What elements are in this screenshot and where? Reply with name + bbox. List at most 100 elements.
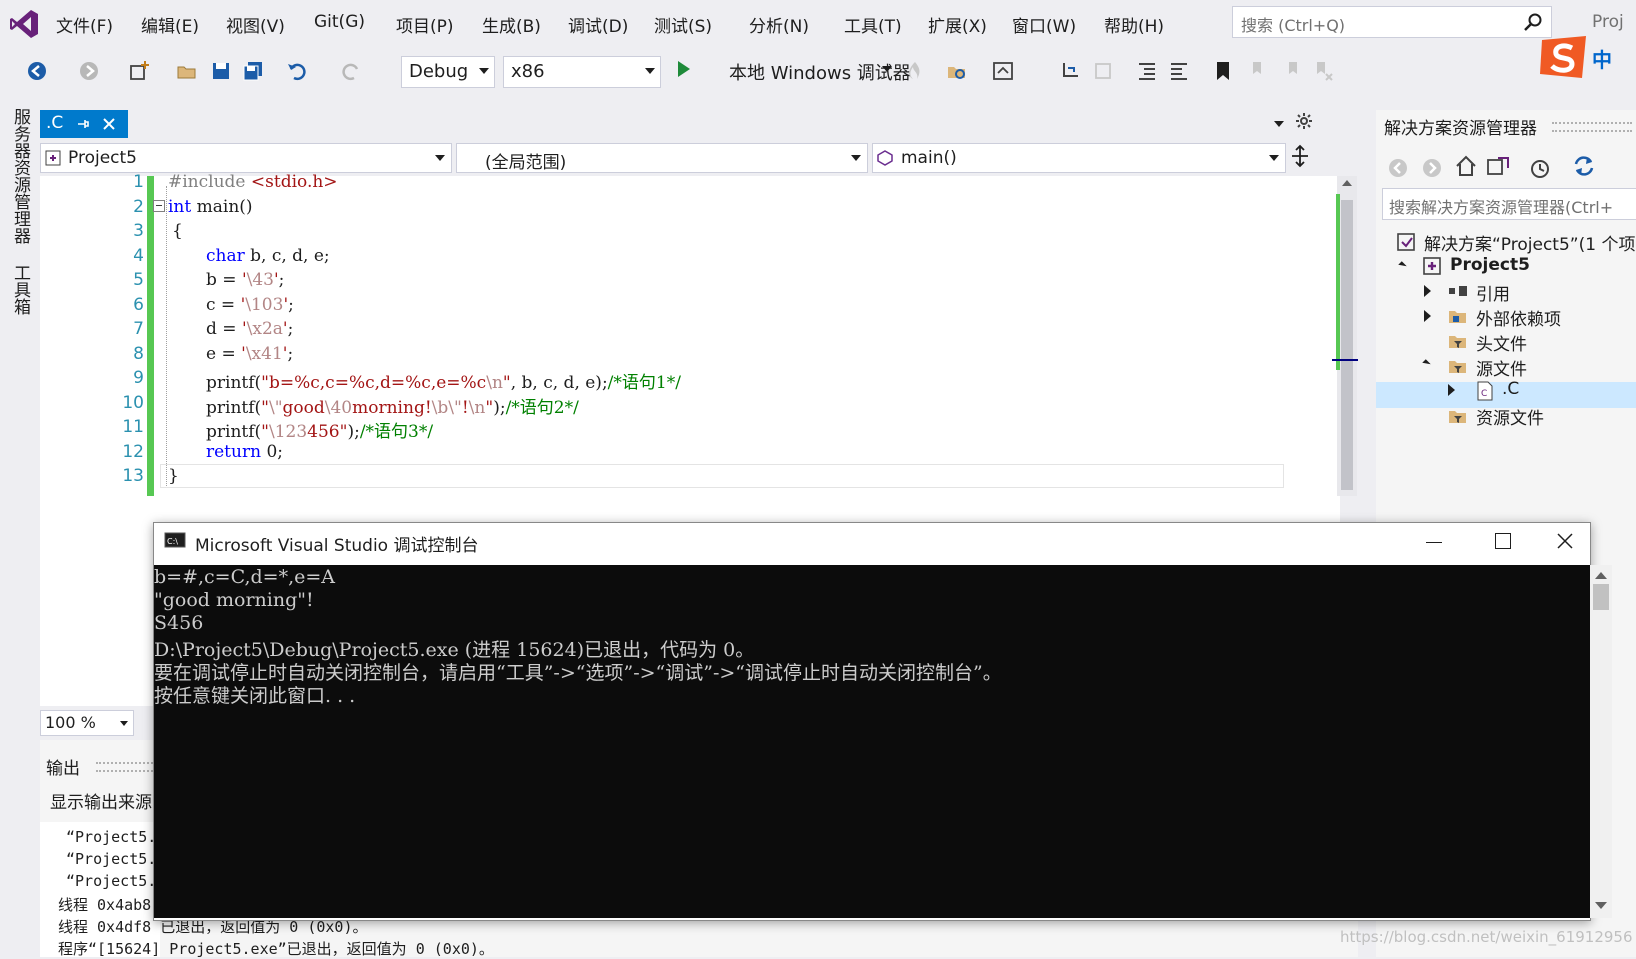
menu-item[interactable]: 文件(F)	[56, 12, 113, 37]
search-input[interactable]: 搜索 (Ctrl+Q)	[1232, 6, 1552, 38]
undo-icon[interactable]	[286, 60, 308, 82]
chevron-down-icon[interactable]	[882, 66, 892, 72]
solution-explorer-search-input[interactable]: 搜索解决方案资源管理器(Ctrl+	[1382, 188, 1636, 220]
minimize-button[interactable]	[1418, 528, 1450, 554]
sogou-ime-icon[interactable]	[1538, 34, 1590, 80]
menu-item[interactable]: 生成(B)	[482, 12, 541, 37]
scroll-up-icon[interactable]	[1595, 572, 1607, 579]
tab-list-dropdown-icon[interactable]	[1274, 121, 1284, 127]
visual-studio-logo-icon	[10, 10, 38, 38]
platform-dropdown[interactable]: x86	[503, 56, 661, 88]
outdent-icon[interactable]	[1136, 60, 1158, 82]
collapsed-arrow-icon[interactable]	[1424, 310, 1431, 322]
clear-bookmarks-icon[interactable]	[1312, 60, 1334, 82]
menu-item[interactable]: 工具(T)	[844, 12, 902, 37]
tree-item-source-files[interactable]: 源文件	[1476, 355, 1527, 380]
outline-guide	[166, 186, 168, 486]
next-bookmark-icon[interactable]	[1280, 60, 1302, 82]
filter-folder-icon	[1449, 336, 1466, 348]
line-number: 10	[122, 392, 144, 413]
scope-dropdown[interactable]: (全局范围)	[456, 143, 868, 173]
home-icon[interactable]	[1454, 154, 1478, 178]
server-explorer-tab[interactable]: 服务器资源管理器	[8, 108, 33, 244]
menu-item[interactable]: 编辑(E)	[141, 12, 199, 37]
menu-item[interactable]: 分析(N)	[749, 12, 809, 37]
tab-file-c[interactable]: .C	[40, 110, 128, 138]
tree-item-project[interactable]: Project5	[1450, 255, 1530, 275]
new-project-icon[interactable]	[128, 60, 150, 82]
zoom-dropdown[interactable]: 100 %	[40, 710, 134, 736]
ime-mode-label[interactable]: 中	[1592, 44, 1612, 73]
maximize-button[interactable]	[1486, 528, 1518, 554]
find-in-files-icon[interactable]	[946, 60, 968, 82]
gear-icon[interactable]	[1296, 113, 1312, 129]
console-line: "good morning"!	[154, 589, 314, 611]
menu-item[interactable]: 测试(S)	[654, 12, 712, 37]
toolbox-tab[interactable]: 工具箱	[8, 264, 33, 315]
step-out-icon[interactable]	[1092, 60, 1114, 82]
switch-views-icon[interactable]	[1486, 154, 1510, 178]
open-folder-icon[interactable]	[176, 60, 198, 82]
collapsed-arrow-icon[interactable]	[1448, 384, 1455, 396]
current-line-highlight	[160, 464, 1284, 488]
step-into-icon[interactable]	[1060, 60, 1082, 82]
pin-icon[interactable]	[76, 117, 90, 131]
console-scroll-thumb[interactable]	[1593, 584, 1609, 610]
file-tab-label: .C	[46, 113, 64, 133]
menu-item[interactable]: Git(G)	[314, 12, 365, 32]
project-dropdown[interactable]: Project5	[40, 143, 452, 173]
member-dropdown[interactable]: main()	[872, 143, 1286, 173]
indent-icon[interactable]	[1168, 60, 1190, 82]
line-number: 12	[122, 441, 144, 462]
menu-item[interactable]: 帮助(H)	[1104, 12, 1164, 37]
menu-item[interactable]: 扩展(X)	[928, 12, 987, 37]
bookmark-icon[interactable]	[1212, 60, 1234, 82]
line-number: 9	[133, 368, 144, 388]
scroll-down-icon[interactable]	[1595, 902, 1607, 909]
back-icon[interactable]	[1386, 156, 1410, 180]
save-all-icon[interactable]	[242, 60, 264, 82]
scroll-up-icon[interactable]	[1342, 180, 1352, 186]
tree-item-resource-files[interactable]: 资源文件	[1476, 404, 1544, 429]
start-debug-button[interactable]: 本地 Windows 调试器	[729, 59, 911, 85]
solution-icon	[1397, 233, 1415, 251]
sync-icon[interactable]	[1572, 154, 1596, 178]
home-window-icon[interactable]	[992, 60, 1014, 82]
filter-folder-icon	[1449, 411, 1466, 423]
hot-reload-icon[interactable]	[904, 60, 926, 82]
project-title-tab[interactable]: Proj	[1592, 12, 1624, 32]
tree-item-solution[interactable]: 解决方案“Project5”(1 个项	[1424, 230, 1635, 255]
save-icon[interactable]	[210, 60, 232, 82]
collapse-icon[interactable]	[153, 200, 165, 212]
output-source-label: 显示输出来源	[50, 793, 152, 813]
tree-item-external-dependencies[interactable]: 外部依赖项	[1476, 305, 1561, 330]
pending-changes-filter-icon[interactable]	[1528, 156, 1552, 180]
previous-bookmark-icon[interactable]	[1248, 60, 1270, 82]
menu-item[interactable]: 窗口(W)	[1012, 12, 1076, 37]
configuration-dropdown[interactable]: Debug	[401, 56, 495, 88]
editor-scroll-thumb[interactable]	[1341, 200, 1353, 490]
scope-dropdown-value: (全局范围)	[485, 153, 567, 173]
scroll-change-marker	[1336, 194, 1340, 370]
console-scrollbar[interactable]	[1590, 565, 1612, 918]
menu-item[interactable]: 调试(D)	[568, 12, 628, 37]
split-window-icon[interactable]	[1290, 144, 1310, 168]
tree-item-c-file[interactable]: .C	[1502, 379, 1519, 399]
forward-icon[interactable]	[1420, 156, 1444, 180]
close-icon[interactable]	[1556, 532, 1574, 550]
menu-item[interactable]: 项目(P)	[396, 12, 454, 37]
console-output[interactable]	[154, 565, 1590, 918]
code-line-8: e = '\x41';	[206, 344, 294, 364]
tree-item-header-files[interactable]: 头文件	[1476, 330, 1527, 355]
close-icon[interactable]	[102, 117, 116, 131]
line-number: 4	[133, 245, 144, 266]
back-icon[interactable]	[26, 60, 48, 82]
collapsed-arrow-icon[interactable]	[1424, 285, 1431, 297]
start-debug-icon[interactable]	[676, 58, 692, 80]
redo-icon[interactable]	[340, 60, 362, 82]
forward-icon[interactable]	[78, 60, 100, 82]
line-number: 11	[122, 417, 144, 437]
tree-item-references[interactable]: 引用	[1476, 280, 1510, 305]
solution-explorer-title: 解决方案资源管理器	[1384, 119, 1537, 139]
menu-item[interactable]: 视图(V)	[226, 12, 285, 37]
